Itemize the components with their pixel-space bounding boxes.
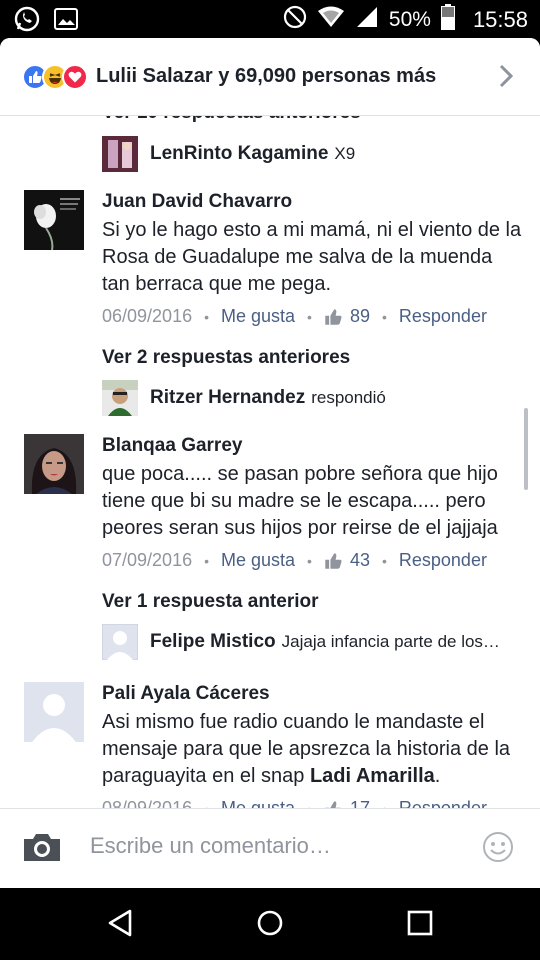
comment-composer: Escribe un comentario… xyxy=(0,808,540,888)
camera-icon[interactable] xyxy=(22,831,62,868)
recents-icon[interactable] xyxy=(406,908,434,943)
reply-preview[interactable]: Ritzer Hernandez respondió xyxy=(102,379,522,417)
status-bar: 50% 15:58 xyxy=(0,0,540,38)
avatar[interactable] xyxy=(24,682,84,742)
avatar[interactable] xyxy=(24,190,84,251)
avatar xyxy=(102,380,138,416)
chevron-right-icon[interactable] xyxy=(498,64,514,93)
like-count-value: 89 xyxy=(349,306,370,326)
comment-text: Si yo le hago esto a mi mamá, ni el vien… xyxy=(102,219,522,295)
like-button[interactable]: Me gusta xyxy=(221,306,295,327)
view-previous-replies-link[interactable]: Ver 1 respuesta anterior xyxy=(102,591,319,613)
avatar xyxy=(101,623,139,661)
comment-author[interactable]: Blanqaa Garrey xyxy=(102,434,522,458)
battery-icon xyxy=(440,4,455,36)
comments-sheet: Lulii Salazar y 69,090 personas más Ver … xyxy=(0,38,540,888)
reply-author[interactable]: Ritzer Hernandez xyxy=(150,387,305,409)
reaction-icons xyxy=(22,63,88,90)
reply-author[interactable]: LenRinto Kagamine xyxy=(150,143,328,165)
whatsapp-icon xyxy=(14,6,40,37)
comment-author[interactable]: Juan David Chavarro xyxy=(102,190,522,214)
signal-icon xyxy=(355,6,379,34)
like-count[interactable]: 43 xyxy=(324,550,370,571)
reactions-header[interactable]: Lulii Salazar y 69,090 personas más xyxy=(0,38,540,116)
emoji-icon[interactable] xyxy=(482,831,514,868)
comment-text: Asi mismo fue radio cuando le mandaste e… xyxy=(102,711,511,787)
clock: 15:58 xyxy=(472,7,528,32)
reply-author[interactable]: Felipe Mistico xyxy=(150,631,276,653)
comments-feed[interactable]: Ver 10 respuestas anteriores LenRinto Ka… xyxy=(0,116,540,809)
gallery-icon xyxy=(54,8,78,35)
do-not-disturb-icon xyxy=(283,5,307,35)
reply-preview[interactable]: Felipe Mistico Jajaja infancia parte de … xyxy=(101,623,522,661)
wifi-icon xyxy=(317,6,345,34)
battery-level: 50% xyxy=(388,8,431,31)
reply-button[interactable]: Responder xyxy=(399,550,487,571)
scrollbar[interactable] xyxy=(524,408,528,490)
mention-link[interactable]: Ladi Amarilla xyxy=(310,765,435,787)
comment-input[interactable]: Escribe un comentario… xyxy=(90,833,331,859)
like-count[interactable]: 89 xyxy=(324,306,370,327)
love-reaction-icon xyxy=(62,63,88,90)
thumbs-up-icon xyxy=(325,308,342,325)
reply-text: respondió xyxy=(311,388,386,407)
avatar[interactable] xyxy=(24,434,84,494)
view-previous-replies-link[interactable]: Ver 10 respuestas anteriores xyxy=(102,116,361,124)
home-icon[interactable] xyxy=(256,908,284,943)
navigation-bar xyxy=(0,888,540,960)
reply-count-badge: X9 xyxy=(334,144,356,163)
like-count-value: 43 xyxy=(349,550,370,570)
comment-actions: 07/09/2016 • Me gusta • 43 • Responder xyxy=(102,550,487,571)
avatar xyxy=(102,136,138,172)
thumbs-up-icon xyxy=(325,552,342,569)
reply-text: Jajaja infancia parte de los… xyxy=(281,632,500,651)
comment-author[interactable]: Pali Ayala Cáceres xyxy=(102,682,522,706)
comment-text: que poca..... se pasan pobre señora que … xyxy=(102,463,498,539)
back-icon[interactable] xyxy=(106,908,134,943)
comment-date: 06/09/2016 xyxy=(102,306,193,326)
reply-button[interactable]: Responder xyxy=(399,306,487,327)
comment-date: 07/09/2016 xyxy=(102,550,193,570)
comment-actions: 06/09/2016 • Me gusta • 89 • Responder xyxy=(102,306,487,327)
reply-preview[interactable]: LenRinto Kagamine X9 xyxy=(102,135,522,173)
view-previous-replies-link[interactable]: Ver 2 respuestas anteriores xyxy=(102,347,350,369)
reactions-summary: Lulii Salazar y 69,090 personas más xyxy=(96,65,437,87)
like-button[interactable]: Me gusta xyxy=(221,550,295,571)
